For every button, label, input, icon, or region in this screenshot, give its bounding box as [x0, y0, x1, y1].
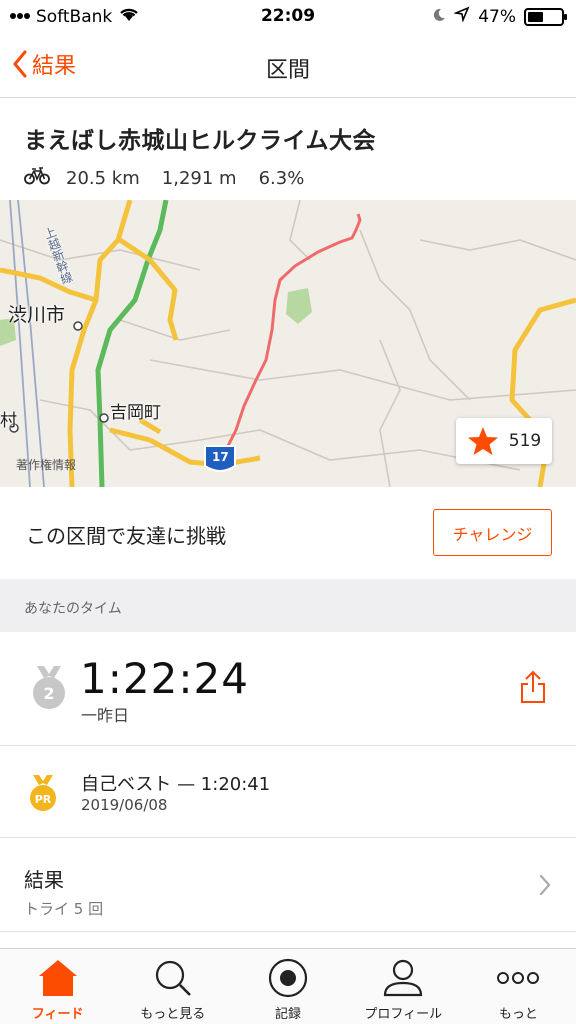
- moon-icon: [432, 7, 446, 27]
- tab-profile[interactable]: プロフィール: [346, 949, 461, 1024]
- map-label-town: 吉岡町: [110, 403, 161, 423]
- your-time-row: 2 1:22:24 一昨日: [0, 632, 576, 746]
- chevron-right-icon: [538, 874, 552, 900]
- park-area: [286, 288, 312, 324]
- record-icon: [267, 957, 309, 999]
- your-time: 1:22:24: [80, 654, 249, 703]
- town-marker: [99, 413, 109, 423]
- chevron-left-icon: [13, 50, 27, 78]
- map-attribution-link[interactable]: 著作権情報: [16, 456, 76, 473]
- tab-label: フィード: [31, 1007, 84, 1022]
- nav-bar: 結果 区間: [0, 34, 576, 98]
- star-count: 519: [508, 431, 542, 451]
- results-title: 結果: [24, 868, 64, 892]
- segment-distance: 20.5 km: [66, 168, 140, 189]
- segment-route: [224, 213, 362, 451]
- status-bar: SoftBank 22:09 47%: [0, 0, 576, 34]
- share-icon[interactable]: [520, 670, 546, 708]
- battery-percent: 47%: [478, 6, 516, 27]
- pr-medal-icon: PR: [28, 774, 58, 816]
- home-icon: [37, 957, 79, 999]
- segment-title: まえばし赤城山ヒルクライム大会: [24, 128, 377, 154]
- tab-more[interactable]: もっと: [461, 949, 576, 1024]
- medal-rank: 2: [43, 684, 54, 703]
- personal-best-row: PR 自己ベスト — 1:20:41 2019/06/08: [0, 746, 576, 838]
- tab-label: もっと見る: [140, 1007, 206, 1022]
- tab-label: プロフィール: [364, 1007, 443, 1022]
- tab-label: もっと: [498, 1007, 538, 1022]
- segment-stats: 20.5 km 1,291 m 6.3%: [24, 167, 552, 190]
- segment-grade: 6.3%: [258, 168, 305, 189]
- tab-bar: フィード もっと見る 記録 プロフィール もっと: [0, 948, 576, 1024]
- back-button[interactable]: 結果: [12, 48, 76, 80]
- battery-icon: [524, 7, 567, 26]
- map-label-city: 渋川市: [8, 304, 66, 326]
- bike-icon: [24, 167, 50, 190]
- route-number: 17: [212, 450, 229, 464]
- back-label: 結果: [32, 54, 77, 79]
- tab-label: 記録: [275, 1007, 302, 1022]
- more-icon: [496, 957, 540, 999]
- medal-2-icon: 2: [30, 664, 68, 716]
- search-icon: [153, 957, 193, 999]
- status-right: 47%: [432, 6, 567, 27]
- challenge-text: この区間で友達に挑戦: [26, 524, 226, 548]
- star-segment-button[interactable]: 519: [456, 418, 552, 464]
- tab-explore[interactable]: もっと見る: [115, 949, 230, 1024]
- results-row[interactable]: 結果 トライ 5 回: [0, 838, 576, 932]
- page-title: 区間: [265, 58, 310, 83]
- challenge-row: この区間で友達に挑戦 チャレンジ: [0, 487, 576, 579]
- your-time-when: 一昨日: [81, 706, 130, 725]
- location-arrow-icon: [453, 6, 470, 27]
- pr-badge-text: PR: [35, 793, 52, 806]
- profile-icon: [382, 957, 424, 999]
- section-header-your-time: あなたのタイム: [0, 579, 576, 632]
- segment-header: まえばし赤城山ヒルクライム大会 20.5 km 1,291 m 6.3%: [0, 99, 576, 199]
- rail-lines: [9, 200, 45, 487]
- tab-record[interactable]: 記録: [230, 949, 345, 1024]
- challenge-button[interactable]: チャレンジ: [433, 509, 552, 556]
- personal-best-label: 自己ベスト — 1:20:41: [81, 774, 271, 795]
- personal-best-date: 2019/06/08: [81, 796, 168, 814]
- results-attempts: トライ 5 回: [24, 900, 104, 918]
- map-label-partial: 村: [0, 411, 17, 431]
- star-icon: [467, 427, 498, 455]
- city-marker: [73, 321, 83, 331]
- segment-elevation: 1,291 m: [161, 168, 237, 189]
- tab-feed[interactable]: フィード: [0, 949, 115, 1024]
- section-label: あなたのタイム: [24, 601, 122, 617]
